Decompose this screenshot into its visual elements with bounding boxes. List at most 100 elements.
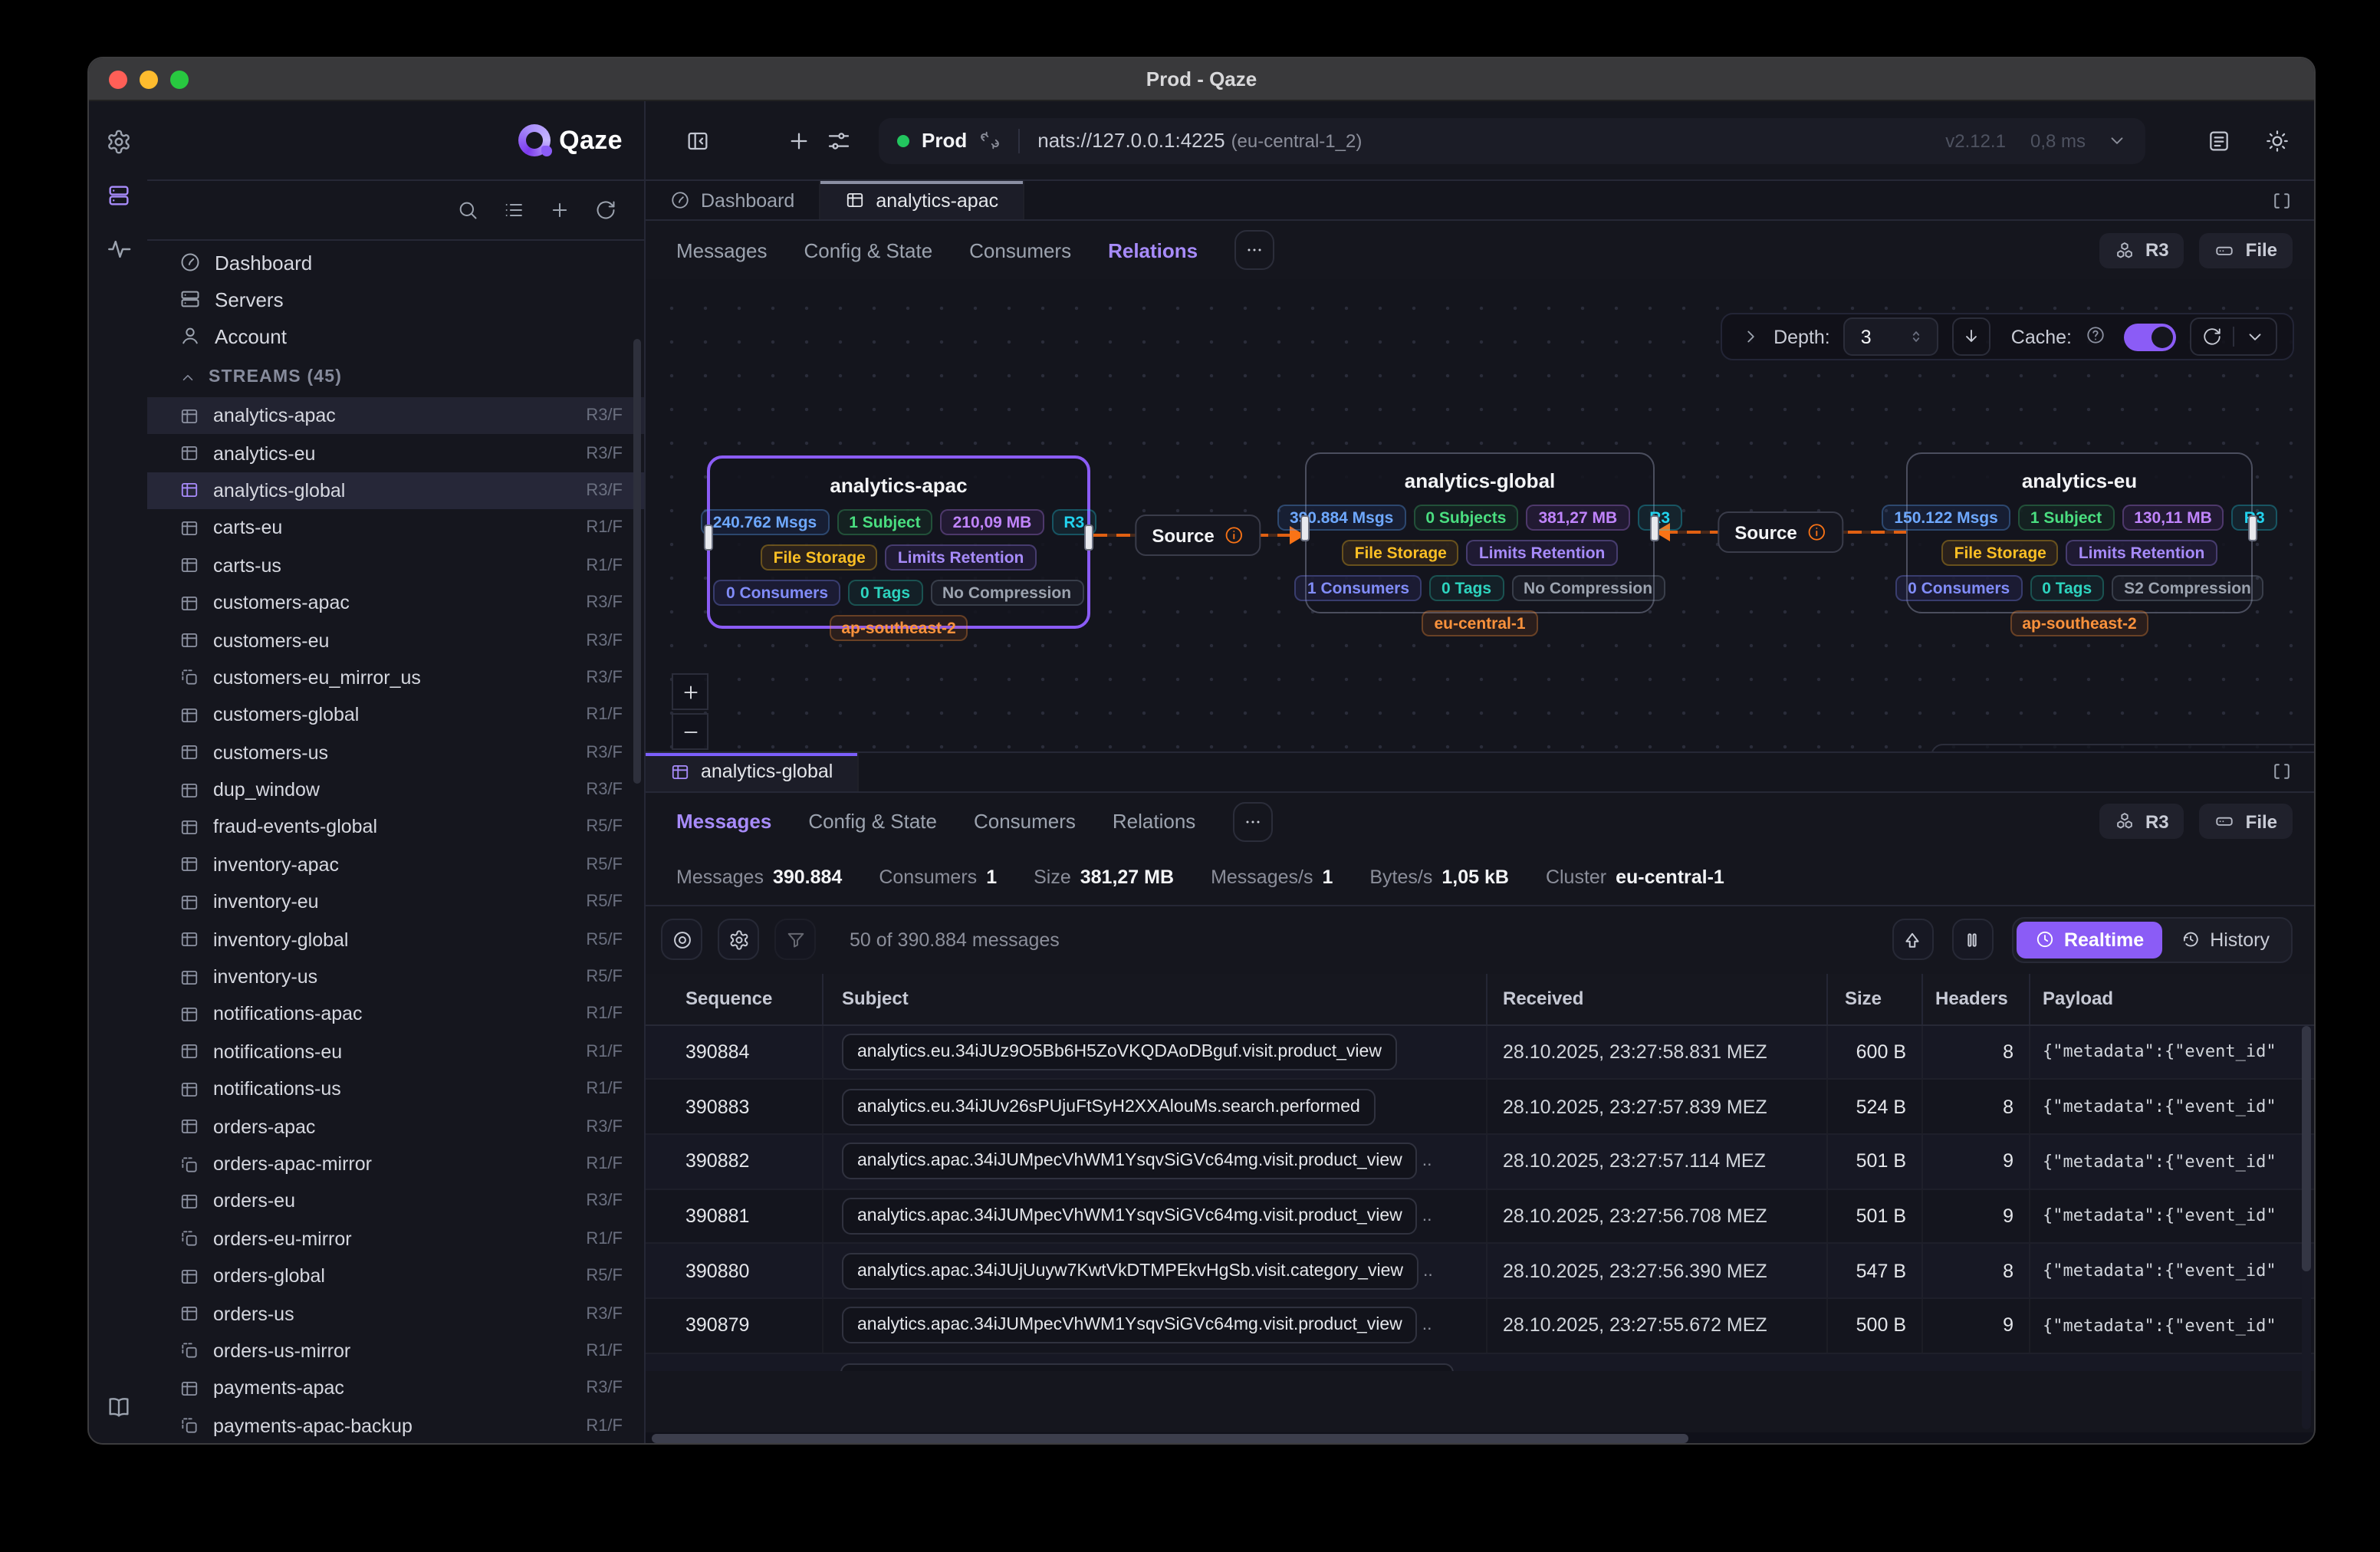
- node-handle-right[interactable]: [1084, 524, 1093, 551]
- filter-button[interactable]: [774, 919, 816, 960]
- graph-node-analytics-global[interactable]: analytics-global 390.884 Msgs 0 Subjects…: [1305, 452, 1655, 613]
- sidebar-stream-customers-us[interactable]: customers-us R3/F: [147, 734, 644, 771]
- sidebar-item-account[interactable]: Account: [147, 317, 644, 354]
- chevron-down-icon[interactable]: [2107, 130, 2127, 150]
- graph-node-analytics-apac[interactable]: analytics-apac 240.762 Msgs 1 Subject 21…: [707, 455, 1090, 629]
- settings-button[interactable]: [105, 129, 131, 155]
- new-tab-button[interactable]: [787, 128, 811, 153]
- message-row-390884[interactable]: 390884 analytics.eu.34iJUz9O5Bb6H5ZoVKQD…: [646, 1025, 2314, 1080]
- split-view-icon[interactable]: [2271, 761, 2293, 782]
- subtab-config---state[interactable]: Config & State: [804, 238, 933, 261]
- sidebar-stream-inventory-apac[interactable]: inventory-apac R5/F: [147, 846, 644, 883]
- question-icon[interactable]: [2086, 324, 2110, 349]
- list-icon[interactable]: [503, 199, 524, 221]
- sidebar-stream-notifications-us[interactable]: notifications-us R1/F: [147, 1070, 644, 1108]
- sidebar-stream-orders-eu[interactable]: orders-eu R3/F: [147, 1182, 644, 1220]
- view-options-button[interactable]: [661, 919, 702, 960]
- edge-label-source[interactable]: Source: [1718, 511, 1843, 553]
- sidebar-stream-orders-apac[interactable]: orders-apac R3/F: [147, 1108, 644, 1146]
- sidebar-stream-notifications-eu[interactable]: notifications-eu R1/F: [147, 1033, 644, 1070]
- sidebar-stream-orders-apac-mirror[interactable]: orders-apac-mirror R1/F: [147, 1146, 644, 1183]
- subject-pill[interactable]: analytics.eu.34iJUv26sPUjuFtSyH2XXAlouMs…: [842, 1088, 1376, 1125]
- message-row-390882[interactable]: 390882 analytics.apac.34iJUMpecVhWM1Ysqv…: [646, 1135, 2314, 1189]
- sidebar-stream-inventory-global[interactable]: inventory-global R5/F: [147, 921, 644, 958]
- sidebar-scrollbar[interactable]: [633, 247, 641, 1428]
- sidebar-stream-fraud-events-global[interactable]: fraud-events-global R5/F: [147, 809, 644, 847]
- realtime-tab[interactable]: Realtime: [2017, 921, 2162, 958]
- table-vertical-scrollbar[interactable]: [2302, 1025, 2311, 1429]
- graph-node-analytics-eu[interactable]: analytics-eu 150.122 Msgs 1 Subject 130,…: [1906, 452, 2253, 613]
- sidebar-stream-orders-us[interactable]: orders-us R3/F: [147, 1295, 644, 1333]
- zoom-window-button[interactable]: [170, 70, 189, 88]
- layout-direction-button[interactable]: [1953, 317, 1991, 356]
- subtab-messages[interactable]: Messages: [676, 238, 768, 261]
- message-row-390879[interactable]: 390879 analytics.apac.34iJUMpecVhWM1Ysqv…: [646, 1299, 2314, 1353]
- subtab-relations[interactable]: Relations: [1113, 810, 1195, 833]
- column-header-payload[interactable]: Payload: [2029, 973, 2314, 1024]
- sidebar-stream-inventory-eu[interactable]: inventory-eu R5/F: [147, 883, 644, 921]
- sidebar-stream-orders-us-mirror[interactable]: orders-us-mirror R1/F: [147, 1333, 644, 1370]
- relations-graph[interactable]: Depth: 3 Cache:: [646, 279, 2314, 752]
- subject-pill[interactable]: analytics.apac.34iJUMpecVhWM1YsqvSiGVc64…: [842, 1143, 1418, 1179]
- sidebar-stream-dup_window[interactable]: dup_window R3/F: [147, 771, 644, 809]
- sidebar-stream-customers-apac[interactable]: customers-apac R3/F: [147, 584, 644, 622]
- publish-message-button[interactable]: [1892, 919, 1934, 960]
- refresh-icon[interactable]: [595, 199, 616, 221]
- sidebar-stream-carts-us[interactable]: carts-us R1/F: [147, 547, 644, 584]
- sidebar-stream-analytics-eu[interactable]: analytics-eu R3/F: [147, 435, 644, 472]
- sidebar-item-dashboard[interactable]: Dashboard: [147, 244, 644, 281]
- column-header-sequence[interactable]: Sequence: [646, 973, 822, 1024]
- zoom-in-button[interactable]: [672, 673, 708, 710]
- history-tab[interactable]: History: [2162, 921, 2288, 958]
- depth-stepper[interactable]: 3: [1844, 317, 1939, 356]
- node-handle-left[interactable]: [704, 524, 713, 551]
- streams-view-button[interactable]: [105, 182, 131, 209]
- cache-toggle[interactable]: [2124, 323, 2176, 350]
- tab-analytics-apac[interactable]: analytics-apac: [820, 181, 1024, 219]
- sidebar-stream-analytics-apac[interactable]: analytics-apac R3/F: [147, 397, 644, 435]
- more-tabs-button[interactable]: [1234, 230, 1274, 270]
- table-horizontal-scrollbar[interactable]: [646, 1432, 2314, 1445]
- more-tabs-button[interactable]: [1232, 801, 1272, 841]
- activity-view-button[interactable]: [105, 236, 131, 262]
- sidebar-stream-carts-eu[interactable]: carts-eu R1/F: [147, 509, 644, 547]
- message-row-390881[interactable]: 390881 analytics.apac.34iJUMpecVhWM1Ysqv…: [646, 1189, 2314, 1244]
- subtab-relations[interactable]: Relations: [1108, 238, 1198, 261]
- chevron-right-icon[interactable]: [1740, 327, 1760, 347]
- message-row-390880[interactable]: 390880 analytics.apac.34iJUjUuyw7KwtVkDT…: [646, 1245, 2314, 1299]
- sidebar-stream-notifications-apac[interactable]: notifications-apac R1/F: [147, 996, 644, 1034]
- close-window-button[interactable]: [109, 70, 127, 88]
- subtab-consumers[interactable]: Consumers: [969, 238, 1071, 261]
- refresh-options-button[interactable]: [2233, 327, 2276, 347]
- streams-section-header[interactable]: STREAMS (45): [147, 357, 644, 397]
- tab-analytics-global[interactable]: analytics-global: [646, 752, 859, 791]
- refresh-graph-button[interactable]: [2191, 327, 2233, 347]
- column-header-size[interactable]: Size: [1826, 973, 1921, 1024]
- subtab-config---state[interactable]: Config & State: [808, 810, 937, 833]
- node-handle-right[interactable]: [1650, 515, 1659, 541]
- sidebar-stream-customers-eu_mirror_us[interactable]: customers-eu_mirror_us R3/F: [147, 659, 644, 696]
- reader-panel-button[interactable]: [2207, 128, 2231, 153]
- connection-bar[interactable]: Prod nats://127.0.0.1:4225(eu-central-1_…: [879, 117, 2145, 163]
- sidebar-stream-customers-global[interactable]: customers-global R1/F: [147, 696, 644, 734]
- theme-toggle-button[interactable]: [2265, 128, 2290, 153]
- sidebar-stream-orders-eu-mirror[interactable]: orders-eu-mirror R1/F: [147, 1220, 644, 1258]
- subtab-consumers[interactable]: Consumers: [974, 810, 1076, 833]
- column-header-subject[interactable]: Subject: [822, 973, 1486, 1024]
- column-header-received[interactable]: Received: [1486, 973, 1826, 1024]
- tab-Dashboard[interactable]: Dashboard: [646, 181, 820, 219]
- sidebar-stream-payments-apac[interactable]: payments-apac R3/F: [147, 1370, 644, 1407]
- sidebar-stream-analytics-global[interactable]: analytics-global R3/F: [147, 472, 644, 510]
- sidebar-stream-customers-eu[interactable]: customers-eu R3/F: [147, 622, 644, 659]
- pause-stream-button[interactable]: [1952, 919, 1994, 960]
- edge-label-source[interactable]: Source: [1135, 515, 1260, 556]
- search-icon[interactable]: [457, 199, 478, 221]
- connection-settings-button[interactable]: [827, 128, 851, 153]
- refresh-group[interactable]: [2190, 317, 2277, 356]
- unlink-icon[interactable]: [979, 130, 999, 150]
- message-row-390883[interactable]: 390883 analytics.eu.34iJUv26sPUjuFtSyH2X…: [646, 1080, 2314, 1134]
- subtab-messages[interactable]: Messages: [676, 810, 771, 833]
- docs-button[interactable]: [105, 1394, 131, 1420]
- sidebar-stream-orders-global[interactable]: orders-global R5/F: [147, 1258, 644, 1295]
- split-view-icon[interactable]: [2271, 189, 2293, 211]
